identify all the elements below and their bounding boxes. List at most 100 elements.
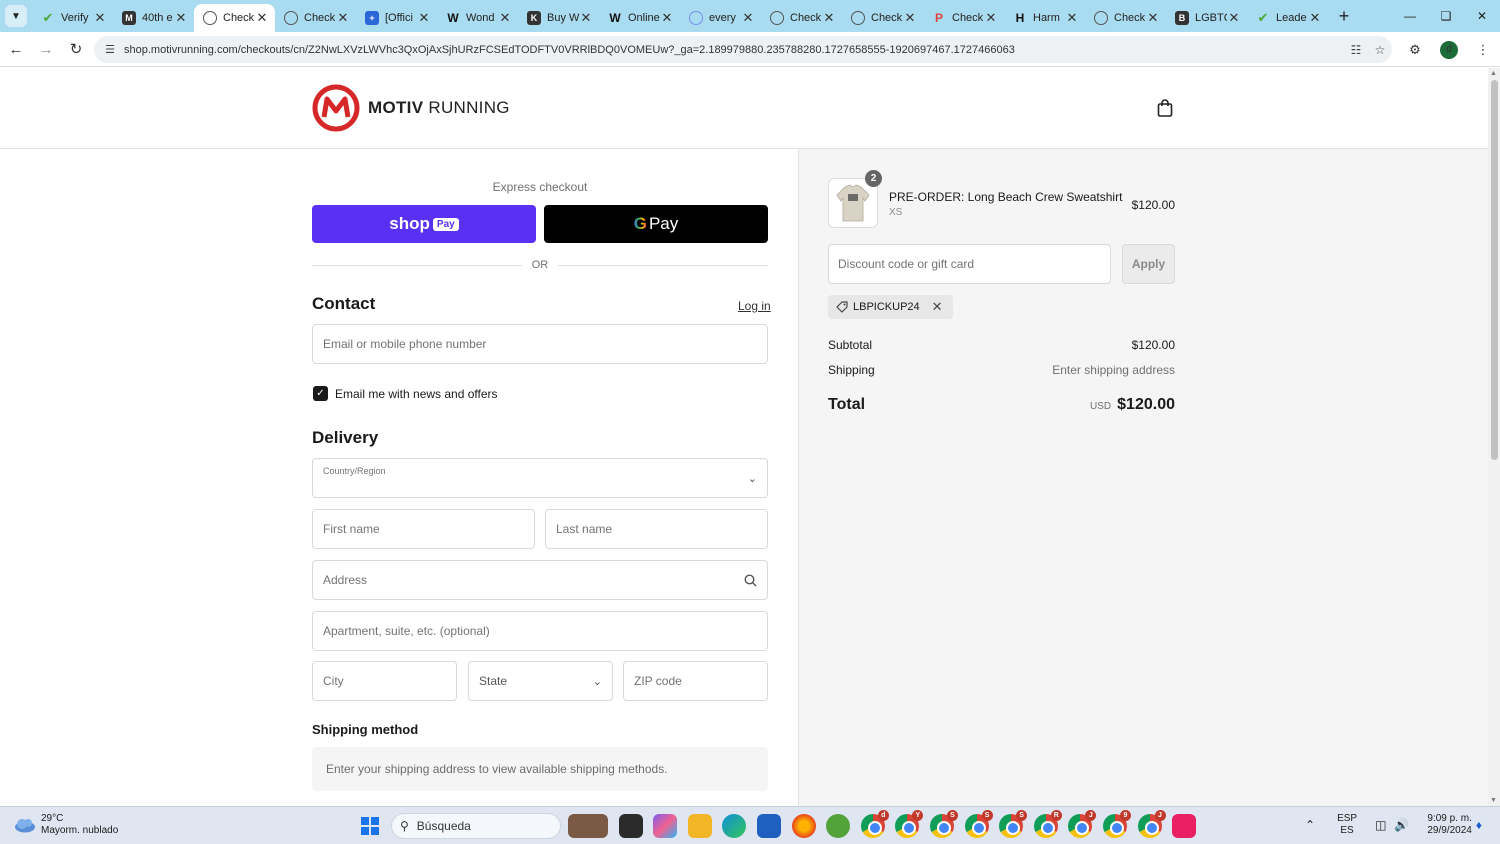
tab[interactable]: ✔ Leade ✕ xyxy=(1247,4,1328,32)
apartment-field[interactable]: Apartment, suite, etc. (optional) xyxy=(312,611,768,651)
close-tab-icon[interactable]: ✕ xyxy=(255,10,269,26)
taskbar-search[interactable]: ⚲ Búsqueda xyxy=(391,813,561,839)
discount-code-field[interactable]: Discount code or gift card xyxy=(828,244,1111,284)
notification-bell-icon[interactable]: ♦ xyxy=(1476,818,1482,832)
k-favicon: K xyxy=(527,11,541,25)
tab[interactable]: Check ✕ xyxy=(1085,4,1166,32)
translate-icon[interactable]: ☷ xyxy=(1344,43,1368,57)
tab[interactable]: Check ✕ xyxy=(275,4,356,32)
network-icon[interactable]: ◫ xyxy=(1375,818,1386,832)
close-tab-icon[interactable]: ✕ xyxy=(741,10,755,26)
tab[interactable]: W Online ✕ xyxy=(599,4,680,32)
weather-widget[interactable]: 29°C Mayorm. nublado xyxy=(14,813,118,837)
close-tab-icon[interactable]: ✕ xyxy=(660,10,674,26)
bookmark-star-icon[interactable]: ☆ xyxy=(1368,43,1392,57)
scroll-up-icon[interactable]: ▲ xyxy=(1490,70,1497,77)
tab[interactable]: + [Offici ✕ xyxy=(356,4,437,32)
newsletter-checkbox[interactable]: ✓ xyxy=(313,386,328,401)
restore-icon[interactable]: ❏ xyxy=(1428,0,1464,32)
close-tab-icon[interactable]: ✕ xyxy=(1146,10,1160,26)
tab[interactable]: BLGBTC✕ xyxy=(1166,4,1247,32)
state-select[interactable]: State ⌄ xyxy=(468,661,613,701)
first-name-field[interactable]: First name xyxy=(312,509,535,549)
close-tab-icon[interactable]: ✕ xyxy=(336,10,350,26)
close-window-icon[interactable]: ✕ xyxy=(1464,0,1500,32)
country-region-select[interactable]: Country/Region ⌄ xyxy=(312,458,768,498)
tab[interactable]: every ✕ xyxy=(680,4,761,32)
tab-active[interactable]: Check ✕ xyxy=(194,4,275,32)
chrome-profile-icon[interactable]: R xyxy=(1033,810,1062,838)
shopping-bag-icon[interactable] xyxy=(1157,99,1173,117)
log-in-link[interactable]: Log in xyxy=(738,299,771,313)
chrome-profile-icon[interactable]: S xyxy=(999,810,1028,838)
page-scrollbar[interactable]: ▲ ▼ xyxy=(1488,68,1500,806)
google-pay-button[interactable]: G Pay xyxy=(544,205,768,243)
windows-start-icon[interactable] xyxy=(361,817,379,835)
extensions-icon[interactable]: ⚙ xyxy=(1398,42,1432,58)
chrome-profile-icon[interactable]: d xyxy=(860,810,889,838)
remove-discount-icon[interactable]: ✕ xyxy=(932,299,943,315)
close-tab-icon[interactable]: ✕ xyxy=(498,10,512,26)
firefox-icon[interactable] xyxy=(791,814,816,838)
apply-discount-button[interactable]: Apply xyxy=(1122,244,1175,284)
profile-avatar[interactable]: d xyxy=(1440,40,1458,59)
tab[interactable]: K Buy W ✕ xyxy=(518,4,599,32)
url-text[interactable]: shop.motivrunning.com/checkouts/cn/Z2NwL… xyxy=(124,44,1344,56)
tab[interactable]: W Wond ✕ xyxy=(437,4,518,32)
edge-icon[interactable] xyxy=(722,814,747,838)
menu-kebab-icon[interactable]: ⋮ xyxy=(1466,42,1500,58)
chrome-profile-icon[interactable]: 9 xyxy=(1102,810,1131,838)
store-icon[interactable] xyxy=(756,814,781,838)
app-robot-icon[interactable] xyxy=(1172,814,1197,838)
file-explorer-icon[interactable] xyxy=(687,814,712,838)
city-field[interactable]: City xyxy=(312,661,457,701)
store-logo[interactable]: MOTIV RUNNING xyxy=(312,84,510,132)
reload-icon[interactable]: ↻ xyxy=(62,35,90,63)
chrome-profile-icon[interactable]: S xyxy=(929,810,958,838)
language-indicator[interactable]: ESP ES xyxy=(1337,813,1357,837)
tab[interactable]: Check ✕ xyxy=(761,4,842,32)
utorrent-icon[interactable] xyxy=(826,814,851,838)
tab[interactable]: P Check ✕ xyxy=(923,4,1004,32)
tab[interactable]: Check ✕ xyxy=(842,4,923,32)
close-tab-icon[interactable]: ✕ xyxy=(984,10,998,26)
widget-thumbnail-icon[interactable] xyxy=(568,814,608,838)
address-bar[interactable]: ☰ shop.motivrunning.com/checkouts/cn/Z2N… xyxy=(94,36,1392,63)
zip-code-field[interactable]: ZIP code xyxy=(623,661,768,701)
close-tab-icon[interactable]: ✕ xyxy=(417,10,431,26)
chrome-profile-icon[interactable]: Y xyxy=(895,810,924,838)
scroll-down-icon[interactable]: ▼ xyxy=(1490,797,1497,804)
forward-icon[interactable]: → xyxy=(32,35,60,63)
chrome-profile-icon[interactable]: S xyxy=(964,810,993,838)
tab[interactable]: M 40th e ✕ xyxy=(113,4,194,32)
chrome-profile-icon[interactable]: J xyxy=(1068,810,1097,838)
chevron-up-icon[interactable]: ⌃ xyxy=(1305,818,1315,832)
close-tab-icon[interactable]: ✕ xyxy=(93,10,107,26)
close-tab-icon[interactable]: ✕ xyxy=(1227,10,1241,26)
close-tab-icon[interactable]: ✕ xyxy=(903,10,917,26)
close-tab-icon[interactable]: ✕ xyxy=(1065,10,1079,26)
back-icon[interactable]: ← xyxy=(2,35,30,63)
tab[interactable]: ✔ Verify ✕ xyxy=(32,4,113,32)
newsletter-option[interactable]: ✓ Email me with news and offers xyxy=(313,386,498,401)
minimize-icon[interactable]: — xyxy=(1392,0,1428,32)
scrollbar-thumb[interactable] xyxy=(1491,80,1498,460)
close-tab-icon[interactable]: ✕ xyxy=(1308,10,1322,26)
site-info-icon[interactable]: ☰ xyxy=(100,43,120,56)
last-name-field[interactable]: Last name xyxy=(545,509,768,549)
w-favicon: W xyxy=(609,11,621,25)
copilot-icon[interactable] xyxy=(653,814,678,838)
close-tab-icon[interactable]: ✕ xyxy=(822,10,836,26)
email-field[interactable]: Email or mobile phone number xyxy=(312,324,768,364)
shop-pay-button[interactable]: shop Pay xyxy=(312,205,536,243)
chrome-profile-icon[interactable]: J xyxy=(1137,810,1166,838)
volume-icon[interactable]: 🔊 xyxy=(1394,818,1409,832)
tab[interactable]: H Harm ✕ xyxy=(1004,4,1085,32)
address-field[interactable]: Address xyxy=(312,560,768,600)
tab-search-button[interactable]: ▼ xyxy=(5,5,27,27)
close-tab-icon[interactable]: ✕ xyxy=(174,10,188,26)
clock[interactable]: 9:09 p. m. 29/9/2024 xyxy=(1427,813,1472,837)
close-tab-icon[interactable]: ✕ xyxy=(579,10,593,26)
task-view-icon[interactable] xyxy=(618,814,643,838)
new-tab-button[interactable]: + xyxy=(1332,6,1356,27)
